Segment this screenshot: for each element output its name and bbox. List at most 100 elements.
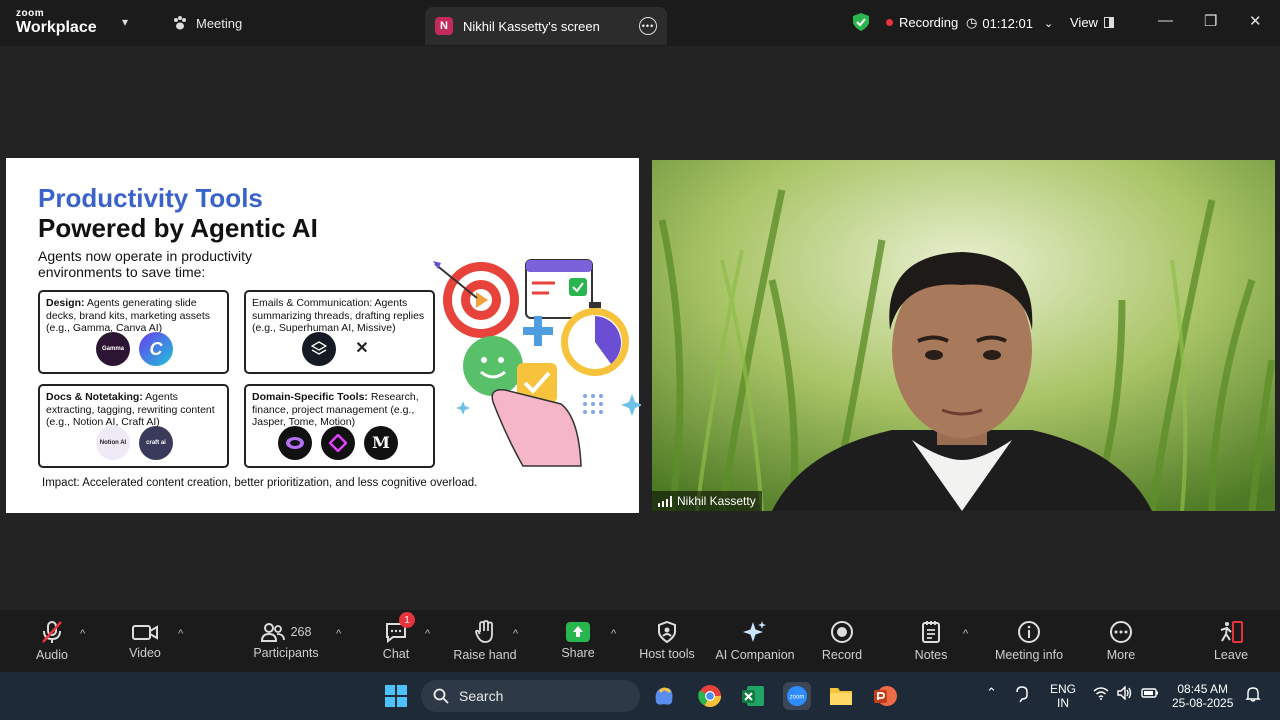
more-label: More bbox=[1106, 648, 1136, 662]
close-icon[interactable]: ✕ bbox=[1249, 12, 1262, 30]
notes-options-caret-icon[interactable]: ^ bbox=[963, 628, 968, 640]
view-button[interactable]: View bbox=[1070, 15, 1114, 30]
zoom-app-icon[interactable]: zoom bbox=[783, 682, 811, 710]
chrome-icon[interactable] bbox=[696, 682, 724, 710]
audio-options-caret-icon[interactable]: ^ bbox=[80, 628, 85, 640]
more-dots-icon bbox=[1110, 621, 1132, 643]
clock-icon: ◷ bbox=[966, 15, 978, 30]
search-placeholder: Search bbox=[459, 688, 504, 704]
logo-text: Gamma bbox=[101, 345, 124, 352]
host-shield-icon bbox=[658, 621, 676, 643]
chevron-down-icon: ⌄ bbox=[1043, 17, 1054, 30]
record-button[interactable]: Record bbox=[792, 610, 892, 672]
notes-label: Notes bbox=[914, 648, 948, 662]
participants-label: Participants bbox=[253, 646, 319, 660]
participants-options-caret-icon[interactable]: ^ bbox=[336, 628, 341, 640]
brand-bottom: Workplace bbox=[16, 19, 97, 36]
host-tools-label: Host tools bbox=[639, 647, 695, 661]
file-explorer-icon[interactable] bbox=[827, 682, 855, 710]
meeting-toolbar: Audio ^ Video ^ 268 Participants ^ 1 Cha… bbox=[0, 610, 1280, 672]
notes-button[interactable]: Notes bbox=[881, 610, 981, 672]
chat-options-caret-icon[interactable]: ^ bbox=[425, 628, 430, 640]
participants-icon bbox=[260, 623, 285, 642]
leave-button[interactable]: Leave bbox=[1181, 610, 1280, 672]
tome-logo-icon bbox=[321, 426, 355, 460]
language-indicator[interactable]: ENG IN bbox=[1050, 682, 1076, 710]
more-options-icon[interactable]: ••• bbox=[639, 17, 657, 35]
meeting-info-button[interactable]: Meeting info bbox=[979, 610, 1079, 672]
layout-icon bbox=[1103, 17, 1114, 28]
slide-intro: Agents now operate in productivity envir… bbox=[38, 248, 253, 280]
share-options-caret-icon[interactable]: ^ bbox=[611, 628, 616, 640]
meeting-tab[interactable]: Meeting bbox=[172, 15, 242, 31]
share-label: Share bbox=[561, 646, 595, 660]
clock-time: 08:45 AM bbox=[1177, 682, 1229, 696]
participant-video[interactable] bbox=[652, 160, 1275, 511]
tray-overflow-icon[interactable]: ⌃ bbox=[986, 686, 997, 700]
raise-hand-options-caret-icon[interactable]: ^ bbox=[513, 628, 518, 640]
search-icon bbox=[433, 688, 449, 704]
taskbar-search[interactable]: Search bbox=[421, 680, 640, 712]
logo-text: M bbox=[372, 432, 390, 452]
info-icon bbox=[1018, 621, 1040, 643]
raise-hand-icon bbox=[475, 620, 493, 643]
system-tray-status[interactable] bbox=[1093, 686, 1159, 700]
microphone-muted-icon bbox=[42, 621, 62, 643]
signal-bars-icon bbox=[658, 495, 672, 507]
lang-top: ENG bbox=[1050, 682, 1077, 696]
card-body: Emails & Communication: Agents summarizi… bbox=[252, 297, 425, 334]
screen-share-tab[interactable]: N Nikhil Kassetty's screen ••• bbox=[425, 7, 667, 45]
screen-tab-title: Nikhil Kassetty's screen bbox=[463, 18, 600, 34]
notifications-icon[interactable] bbox=[1245, 686, 1261, 705]
host-tools-button[interactable]: Host tools bbox=[617, 610, 717, 672]
ai-companion-button[interactable]: AI Companion bbox=[705, 610, 805, 672]
card-domain: Domain-Specific Tools: Research, finance… bbox=[244, 384, 435, 468]
volume-icon bbox=[1117, 686, 1132, 700]
slide-impact: Impact: Accelerated content creation, be… bbox=[42, 477, 478, 489]
raise-hand-button[interactable]: Raise hand bbox=[435, 610, 535, 672]
more-button[interactable]: More bbox=[1071, 610, 1171, 672]
encryption-shield-icon[interactable] bbox=[851, 12, 871, 32]
card-head: Design: bbox=[46, 297, 85, 309]
slide-title-line2: Powered by Agentic AI bbox=[38, 213, 318, 243]
chat-button[interactable]: 1 Chat bbox=[346, 610, 446, 672]
copilot-icon[interactable] bbox=[650, 682, 678, 710]
video-button[interactable]: Video bbox=[95, 610, 195, 672]
clock[interactable]: 08:45 AM 25-08-2025 bbox=[1172, 682, 1233, 710]
recording-dot-icon bbox=[886, 19, 893, 26]
chat-label: Chat bbox=[382, 647, 410, 661]
productivity-illustration bbox=[433, 259, 641, 467]
participant-name-tag: Nikhil Kassetty bbox=[652, 491, 762, 511]
jasper-logo-icon bbox=[278, 426, 312, 460]
share-button[interactable]: Share bbox=[528, 610, 628, 672]
zoom-logo[interactable]: zoom Workplace bbox=[16, 9, 97, 36]
audio-button[interactable]: Audio bbox=[2, 610, 102, 672]
card-docs: Docs & Notetaking: Agents extracting, ta… bbox=[38, 384, 229, 468]
motion-logo-icon: M bbox=[364, 426, 398, 460]
video-camera-icon bbox=[132, 625, 158, 640]
windows-taskbar: Search zoom ⌃ ENG IN 08:45 AM 25-08-2025 bbox=[0, 672, 1280, 720]
microphone-tray-icon[interactable] bbox=[1014, 686, 1034, 707]
participant-name: Nikhil Kassetty bbox=[677, 494, 756, 508]
title-bar: zoom Workplace ▾ Meeting N Nikhil Kasset… bbox=[0, 0, 1280, 46]
restore-icon[interactable]: ❐ bbox=[1204, 12, 1217, 30]
video-options-caret-icon[interactable]: ^ bbox=[178, 628, 183, 640]
card-design: Design: Agents generating slide decks, b… bbox=[38, 290, 229, 374]
share-screen-icon bbox=[566, 622, 590, 642]
gamma-logo-icon: Gamma bbox=[96, 332, 130, 366]
participants-button[interactable]: 268 Participants bbox=[236, 610, 336, 672]
ai-sparkle-icon bbox=[743, 621, 766, 642]
chevron-down-icon[interactable]: ▾ bbox=[122, 15, 128, 29]
slide-title-line1: Productivity Tools bbox=[38, 183, 263, 213]
windows-start-icon[interactable] bbox=[382, 682, 410, 710]
powerpoint-icon[interactable] bbox=[871, 682, 899, 710]
recording-label: Recording bbox=[899, 15, 959, 30]
missive-logo-icon: ✕ bbox=[345, 332, 379, 366]
audio-label: Audio bbox=[36, 648, 68, 662]
excel-icon[interactable] bbox=[739, 682, 767, 710]
recording-indicator[interactable]: Recording bbox=[886, 15, 958, 30]
card-head: Docs & Notetaking: bbox=[46, 391, 143, 403]
minimize-icon[interactable]: — bbox=[1158, 12, 1173, 29]
notion-logo-icon: Notion AI bbox=[96, 426, 130, 460]
meeting-timer[interactable]: ◷ 01:12:01 ⌄ bbox=[966, 15, 1053, 31]
